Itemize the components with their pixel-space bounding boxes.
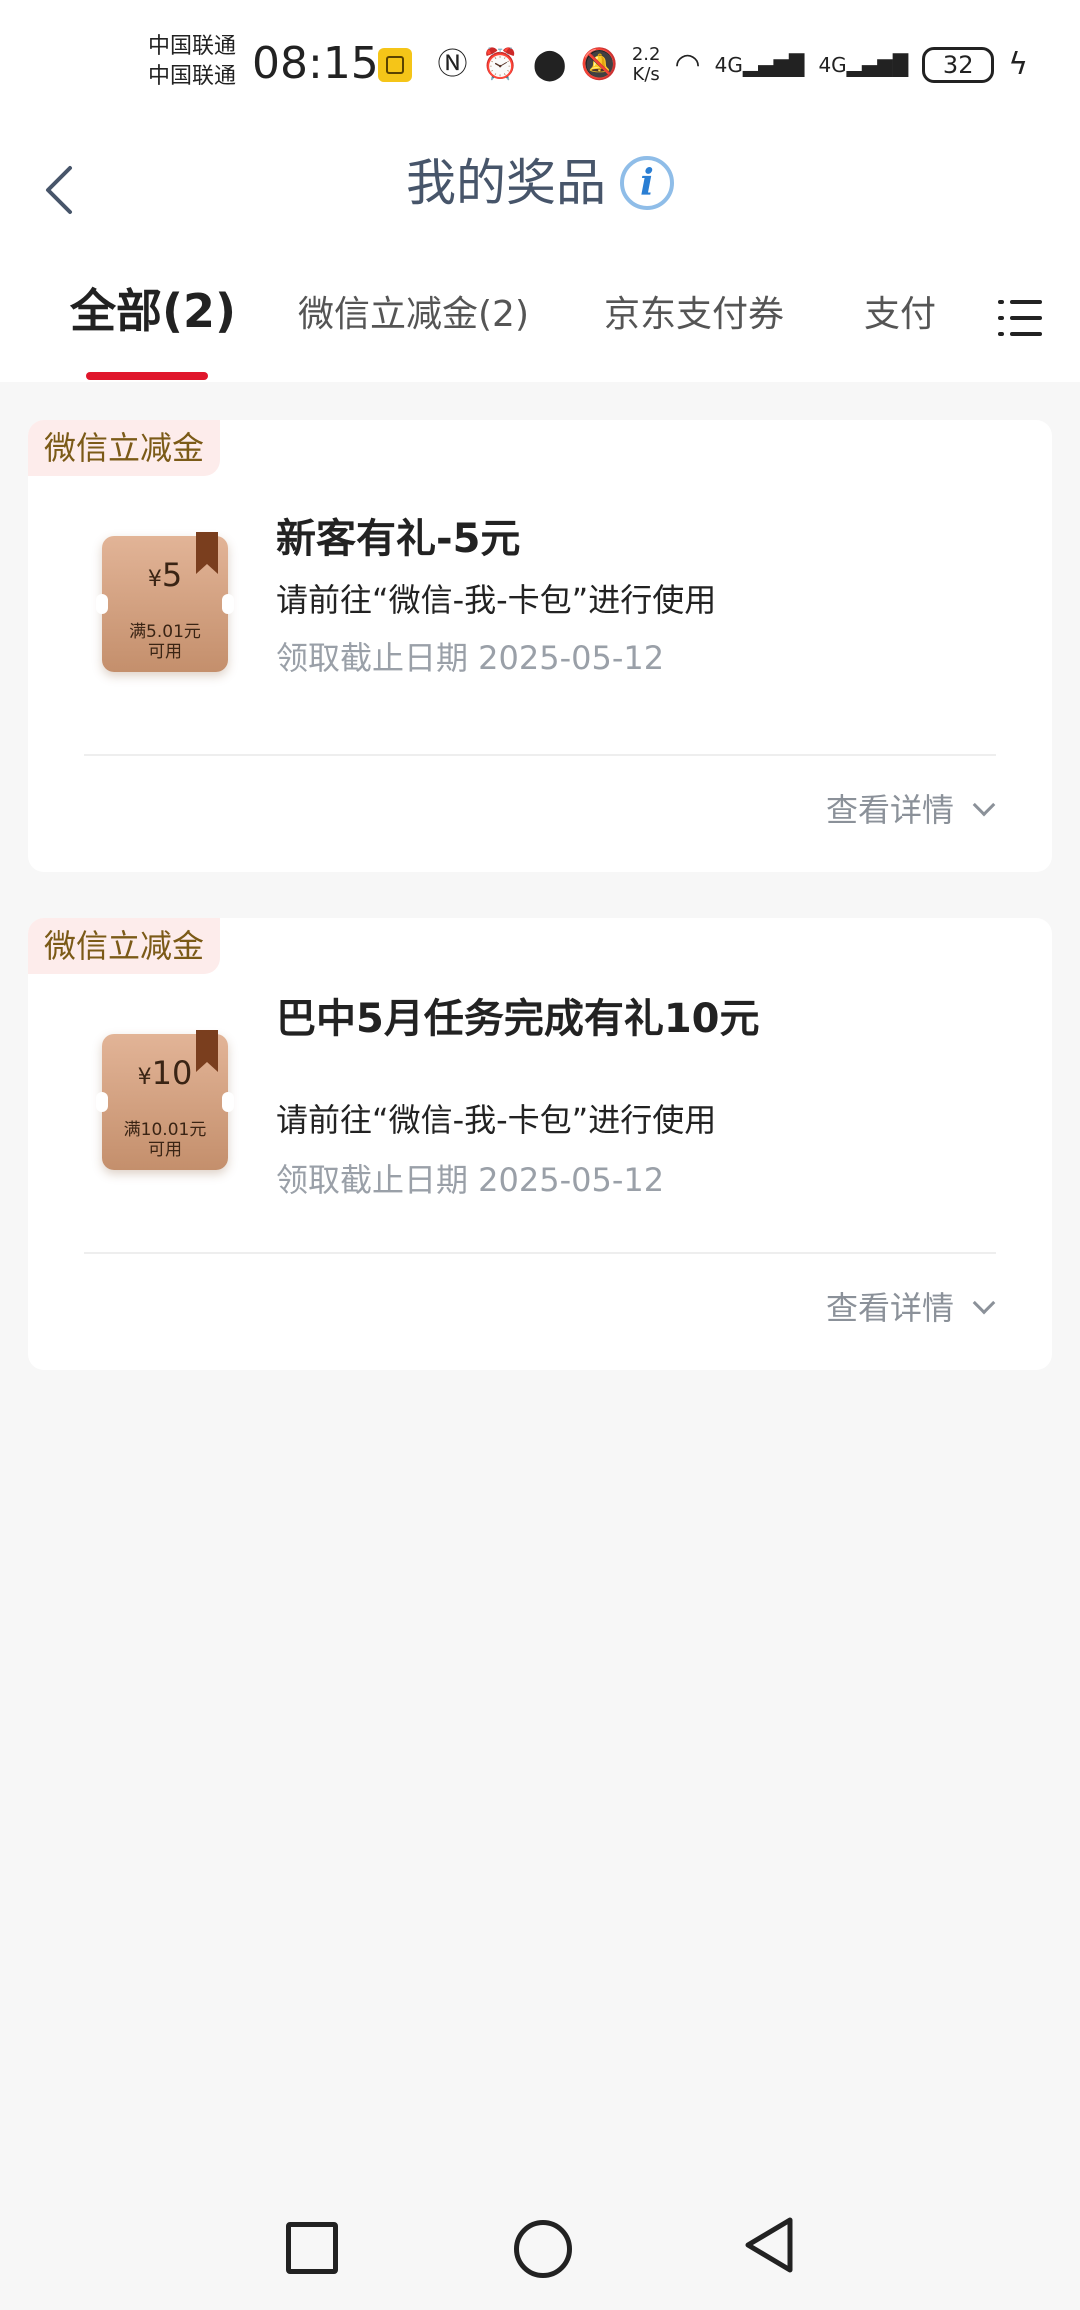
system-back-button[interactable] <box>724 2200 814 2290</box>
nfc-icon: Ⓝ <box>437 47 468 82</box>
coupon-icon: ¥10 满10.01元 可用 <box>96 1030 234 1170</box>
tab-menu-icon[interactable] <box>998 298 1042 338</box>
home-button[interactable] <box>494 2200 584 2290</box>
coupon-condition: 满5.01元 可用 <box>129 622 201 662</box>
coupon-icon: ¥5 满5.01元 可用 <box>96 532 234 672</box>
view-details-button[interactable]: 查看详情 <box>826 1286 996 1330</box>
signal-icon-1: 4G▂▄▆█ <box>714 53 805 77</box>
prize-deadline: 领取截止日期 2025-05-12 <box>276 639 665 677</box>
tab-pay[interactable]: 支付 <box>864 290 936 340</box>
signal-icon-2: 4G▂▄▆█ <box>818 53 909 77</box>
prize-description: 请前往“微信-我-卡包”进行使用 <box>276 1101 717 1139</box>
mute-bell-icon: 🔕 <box>580 47 618 82</box>
active-tab-indicator <box>86 372 208 380</box>
card-divider <box>84 1252 996 1254</box>
prize-title: 巴中5月任务完成有礼10元 <box>276 996 760 1042</box>
status-icons: Ⓝ ⏰ ⬤ 🔕 2.2 K/s ◠ 4G▂▄▆█ 4G▂▄▆█ 32 ϟ <box>438 40 1028 90</box>
tab-all[interactable]: 全部(2) <box>70 286 236 336</box>
battery-indicator: 32 <box>922 47 995 83</box>
tab-bar: 全部(2) 微信立减金(2) 京东支付券 支付 <box>0 260 1080 382</box>
info-icon[interactable]: i <box>620 155 674 210</box>
tab-wechat-discount[interactable]: 微信立减金(2) <box>298 290 529 340</box>
chevron-down-icon <box>972 793 996 817</box>
page-title: 我的奖品 i <box>0 148 1080 218</box>
prize-card[interactable]: 微信立减金 ¥10 满10.01元 可用 巴中5月任务完成有礼10元 请前往“微… <box>28 918 1052 1370</box>
page-header: 我的奖品 i <box>0 120 1080 260</box>
coupon-amount: ¥10 <box>137 1054 193 1092</box>
prize-title: 新客有礼-5元 <box>276 516 521 562</box>
location-icon: ⬤ <box>532 47 567 82</box>
recent-apps-button[interactable] <box>264 2200 354 2290</box>
coupon-condition: 满10.01元 可用 <box>123 1120 207 1160</box>
triangle-back-icon <box>745 2217 793 2273</box>
alarm-icon: ⏰ <box>481 47 519 82</box>
prize-type-tag: 微信立减金 <box>28 918 221 974</box>
chevron-down-icon <box>972 1291 996 1315</box>
prize-deadline: 领取截止日期 2025-05-12 <box>276 1161 665 1199</box>
status-time: 08:15 <box>252 38 379 89</box>
carrier-1: 中国联通 <box>148 34 237 59</box>
prize-type-tag: 微信立减金 <box>28 420 221 476</box>
card-divider <box>84 754 996 756</box>
prize-description: 请前往“微信-我-卡包”进行使用 <box>276 581 717 619</box>
wifi-icon: ◠ <box>674 47 701 82</box>
app-notification-icon <box>378 48 412 82</box>
net-speed: 2.2 K/s <box>631 44 661 85</box>
status-bar: 中国联通 中国联通 08:15 Ⓝ ⏰ ⬤ 🔕 2.2 K/s ◠ 4G▂▄▆█… <box>0 0 1080 120</box>
charging-icon: ϟ <box>1008 47 1028 82</box>
carrier-labels: 中国联通 中国联通 <box>148 32 236 92</box>
system-nav-bar <box>0 2180 1080 2310</box>
carrier-2: 中国联通 <box>148 64 237 89</box>
coupon-amount: ¥5 <box>147 556 183 594</box>
prize-card[interactable]: 微信立减金 ¥5 满5.01元 可用 新客有礼-5元 请前往“微信-我-卡包”进… <box>28 420 1052 872</box>
tab-jd-pay-coupon[interactable]: 京东支付券 <box>604 290 784 340</box>
view-details-button[interactable]: 查看详情 <box>826 788 996 832</box>
